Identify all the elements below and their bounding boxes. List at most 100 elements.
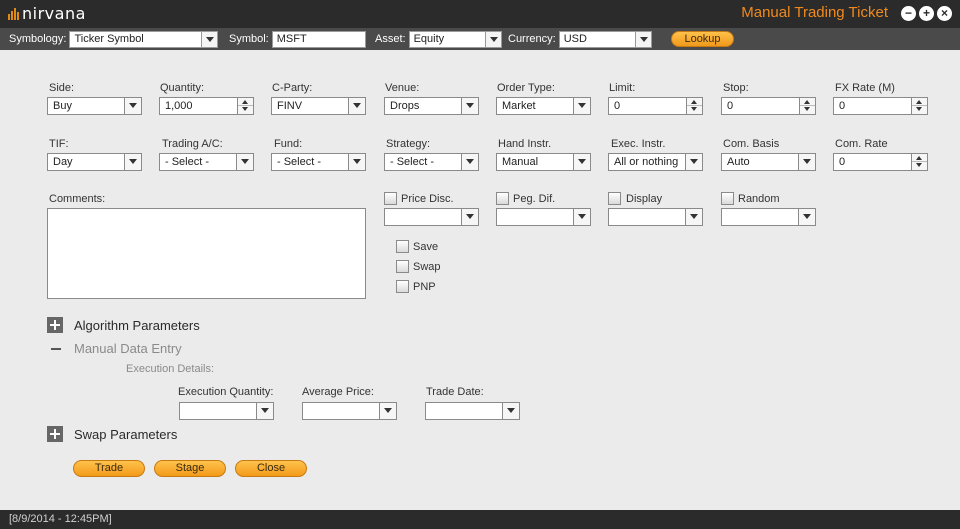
arrow-down-icon[interactable] xyxy=(912,106,927,114)
chevron-down-icon[interactable] xyxy=(461,154,478,170)
symbol-toolbar: Symbology: Ticker Symbol Symbol: MSFT As… xyxy=(0,28,960,50)
chevron-down-icon[interactable] xyxy=(685,209,702,225)
trade-button[interactable]: Trade xyxy=(73,460,145,477)
chevron-down-icon[interactable] xyxy=(798,209,815,225)
exec-instr-value: All or nothing xyxy=(614,156,679,168)
chevron-down-icon[interactable] xyxy=(461,209,478,225)
exec-instr-select[interactable]: All or nothing xyxy=(608,153,703,171)
hand-instr-value: Manual xyxy=(502,156,539,168)
chevron-down-icon[interactable] xyxy=(798,154,815,170)
side-select[interactable]: Buy xyxy=(47,97,142,115)
arrow-down-icon[interactable] xyxy=(912,162,927,170)
price-disc-checkbox[interactable] xyxy=(384,192,397,205)
stepper-buttons xyxy=(911,154,927,170)
symbology-select[interactable]: Ticker Symbol xyxy=(69,30,219,48)
execution-quantity-select[interactable] xyxy=(179,402,274,420)
algorithm-parameters-header[interactable]: Algorithm Parameters xyxy=(74,318,200,333)
chevron-down-icon[interactable] xyxy=(634,31,651,47)
display-checkbox[interactable] xyxy=(608,192,621,205)
chevron-down-icon[interactable] xyxy=(461,98,478,114)
comments-textarea[interactable] xyxy=(47,208,366,299)
fx-rate-stepper[interactable]: 0 xyxy=(833,97,928,115)
currency-label: Currency: xyxy=(508,33,556,45)
chevron-down-icon[interactable] xyxy=(348,98,365,114)
close-button[interactable]: Close xyxy=(235,460,307,477)
chevron-down-icon[interactable] xyxy=(124,98,141,114)
pnp-checkbox[interactable] xyxy=(396,280,409,293)
limit-stepper[interactable]: 0 xyxy=(608,97,703,115)
random-checkbox[interactable] xyxy=(721,192,734,205)
execution-quantity-label: Execution Quantity: xyxy=(178,386,274,398)
strategy-select[interactable]: - Select - xyxy=(384,153,479,171)
arrow-down-icon[interactable] xyxy=(238,106,253,114)
currency-select[interactable]: USD xyxy=(558,30,652,48)
collapse-minus-icon[interactable] xyxy=(49,342,63,356)
chevron-down-icon[interactable] xyxy=(484,31,501,47)
swap-checkbox[interactable] xyxy=(396,260,409,273)
order-type-value: Market xyxy=(502,100,536,112)
currency-value: USD xyxy=(563,32,587,45)
random-select[interactable] xyxy=(721,208,816,226)
swap-label: Swap xyxy=(413,261,441,273)
com-rate-stepper[interactable]: 0 xyxy=(833,153,928,171)
arrow-down-icon[interactable] xyxy=(800,106,815,114)
symbol-group: Symbol: MSFT xyxy=(229,30,366,48)
peg-dif-checkbox[interactable] xyxy=(496,192,509,205)
fx-rate-label: FX Rate (M) xyxy=(835,82,895,94)
chevron-down-icon[interactable] xyxy=(573,209,590,225)
arrow-up-icon[interactable] xyxy=(687,98,702,106)
chevron-down-icon[interactable] xyxy=(379,403,396,419)
stepper-buttons xyxy=(799,98,815,114)
asset-label: Asset: xyxy=(375,33,406,45)
chevron-down-icon[interactable] xyxy=(573,154,590,170)
lookup-button[interactable]: Lookup xyxy=(671,31,734,47)
save-checkbox[interactable] xyxy=(396,240,409,253)
close-icon[interactable]: × xyxy=(937,6,952,21)
price-disc-select[interactable] xyxy=(384,208,479,226)
chevron-down-icon[interactable] xyxy=(236,154,253,170)
chevron-down-icon[interactable] xyxy=(256,403,273,419)
peg-dif-select[interactable] xyxy=(496,208,591,226)
stage-button[interactable]: Stage xyxy=(154,460,226,477)
symbology-value: Ticker Symbol xyxy=(74,32,144,45)
quantity-label: Quantity: xyxy=(160,82,205,94)
venue-select[interactable]: Drops xyxy=(384,97,479,115)
maximize-icon[interactable]: + xyxy=(919,6,934,21)
c-party-label: C-Party: xyxy=(272,82,313,94)
average-price-select[interactable] xyxy=(302,402,397,420)
chevron-down-icon[interactable] xyxy=(573,98,590,114)
trading-account-select[interactable]: - Select - xyxy=(159,153,254,171)
display-select[interactable] xyxy=(608,208,703,226)
chevron-down-icon[interactable] xyxy=(348,154,365,170)
fund-value: - Select - xyxy=(277,156,322,168)
symbol-input[interactable]: MSFT xyxy=(271,30,366,48)
chevron-down-icon[interactable] xyxy=(201,31,218,47)
stop-stepper[interactable]: 0 xyxy=(721,97,816,115)
quantity-stepper[interactable]: 1,000 xyxy=(159,97,254,115)
stepper-buttons xyxy=(911,98,927,114)
hand-instr-select[interactable]: Manual xyxy=(496,153,591,171)
arrow-up-icon[interactable] xyxy=(912,154,927,162)
c-party-select[interactable]: FINV xyxy=(271,97,366,115)
chevron-down-icon[interactable] xyxy=(502,403,519,419)
expand-plus-icon[interactable] xyxy=(47,426,63,442)
minimize-icon[interactable]: − xyxy=(901,6,916,21)
tif-select[interactable]: Day xyxy=(47,153,142,171)
arrow-up-icon[interactable] xyxy=(238,98,253,106)
chevron-down-icon[interactable] xyxy=(685,154,702,170)
random-label: Random xyxy=(738,193,780,205)
arrow-up-icon[interactable] xyxy=(800,98,815,106)
hand-instr-label: Hand Instr. xyxy=(498,138,552,150)
order-type-select[interactable]: Market xyxy=(496,97,591,115)
manual-data-entry-header[interactable]: Manual Data Entry xyxy=(74,341,182,356)
expand-plus-icon[interactable] xyxy=(47,317,63,333)
asset-select[interactable]: Equity xyxy=(408,30,502,48)
trade-date-select[interactable] xyxy=(425,402,520,420)
fund-select[interactable]: - Select - xyxy=(271,153,366,171)
com-basis-select[interactable]: Auto xyxy=(721,153,816,171)
chevron-down-icon[interactable] xyxy=(124,154,141,170)
swap-parameters-header[interactable]: Swap Parameters xyxy=(74,427,177,442)
window-controls: − + × xyxy=(901,6,952,21)
arrow-down-icon[interactable] xyxy=(687,106,702,114)
arrow-up-icon[interactable] xyxy=(912,98,927,106)
